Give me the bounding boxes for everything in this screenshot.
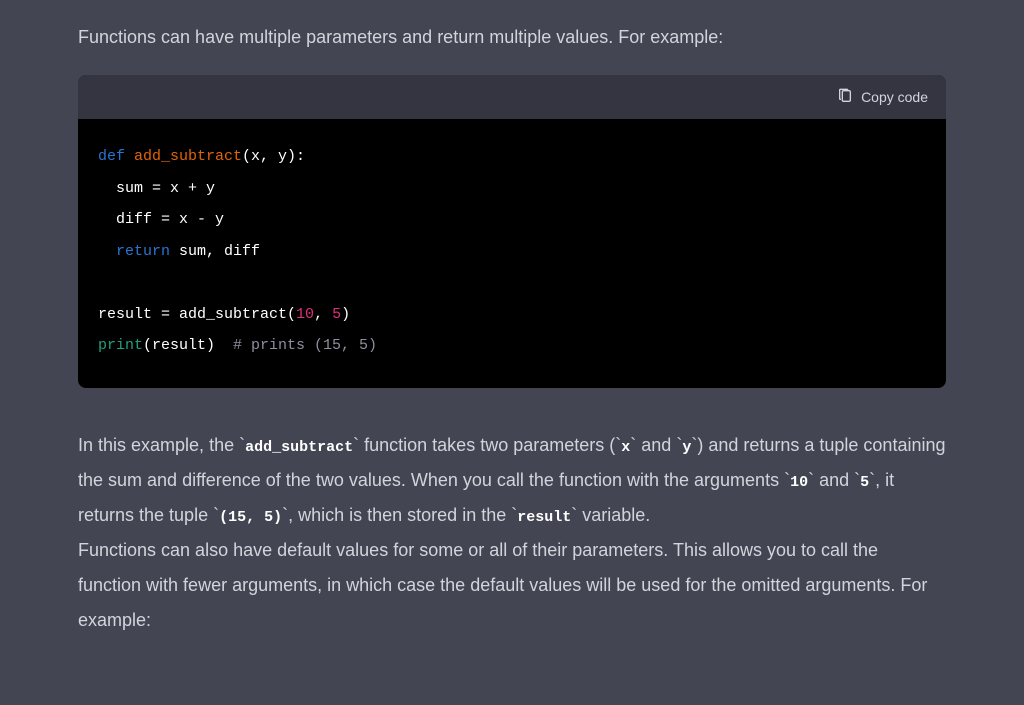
code-token: add_subtract xyxy=(125,148,242,165)
inline-code: add_subtract xyxy=(245,439,353,456)
code-token: print xyxy=(98,337,143,354)
code-token: diff = x - y xyxy=(98,211,224,228)
code-token: sum, diff xyxy=(170,243,260,260)
text-run: variable. xyxy=(577,505,650,525)
copy-code-label: Copy code xyxy=(861,89,928,105)
inline-code: result xyxy=(517,509,571,526)
copy-code-button[interactable]: Copy code xyxy=(837,88,928,107)
code-token: 5 xyxy=(332,306,341,323)
code-token: return xyxy=(98,243,170,260)
code-block: Copy code def add_subtract(x, y): sum = … xyxy=(78,75,946,388)
code-token: sum = x + y xyxy=(98,180,215,197)
code-token: (x, y): xyxy=(242,148,305,165)
code-token: , xyxy=(314,306,332,323)
message-content: Functions can have multiple parameters a… xyxy=(0,0,1024,638)
code-token: ) xyxy=(341,306,350,323)
code-token: def xyxy=(98,148,125,165)
text-run: and xyxy=(636,435,676,455)
inline-code: (15, 5) xyxy=(219,509,282,526)
code-token: # prints (15, 5) xyxy=(233,337,377,354)
intro-paragraph: Functions can have multiple parameters a… xyxy=(78,20,946,55)
code-body: def add_subtract(x, y): sum = x + y diff… xyxy=(78,119,946,388)
outro-paragraph: Functions can also have default values f… xyxy=(78,533,946,638)
code-token: 10 xyxy=(296,306,314,323)
explanation-paragraph: In this example, the `add_subtract` func… xyxy=(78,428,946,533)
text-run: function takes two parameters ( xyxy=(359,435,615,455)
text-run: , which is then stored in the xyxy=(288,505,511,525)
inline-code: y xyxy=(682,439,691,456)
inline-code: 10 xyxy=(790,474,808,491)
text-run: and xyxy=(814,470,854,490)
code-token: result = add_subtract( xyxy=(98,306,296,323)
code-block-header: Copy code xyxy=(78,75,946,119)
clipboard-icon xyxy=(837,88,853,107)
code-token: (result) xyxy=(143,337,233,354)
inline-code: 5 xyxy=(860,474,869,491)
inline-code: x xyxy=(621,439,630,456)
text-run: In this example, the xyxy=(78,435,239,455)
